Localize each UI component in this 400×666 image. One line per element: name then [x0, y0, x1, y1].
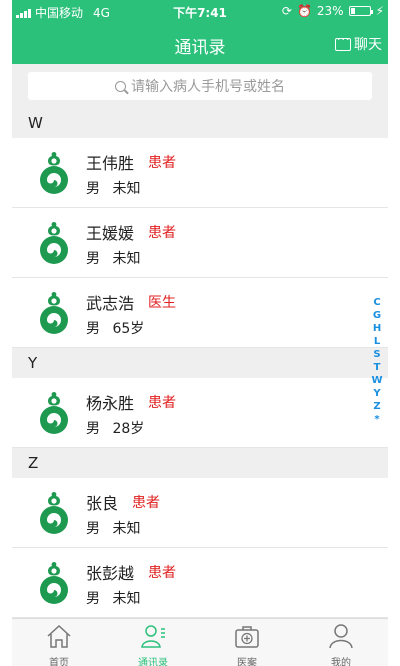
tab-medical-case[interactable]: 医案 — [200, 619, 294, 666]
section-header: Y — [12, 348, 388, 378]
tab-home[interactable]: 首页 — [12, 619, 106, 666]
tab-label: 医案 — [237, 658, 257, 666]
index-letter[interactable]: Z — [373, 400, 380, 413]
contact-role-badge: 患者 — [148, 565, 176, 581]
contact-row[interactable]: 王媛媛 患者男 未知 — [12, 208, 388, 278]
contact-gender: 男 — [86, 591, 100, 607]
contact-info: 男 28岁 — [86, 418, 144, 438]
contact-row[interactable]: 武志浩 医生男 65岁 — [12, 278, 388, 348]
contact-row[interactable]: 张彭越 患者男 未知 — [12, 548, 388, 618]
contact-name: 杨永胜 — [86, 394, 135, 413]
alarm-icon: ⏰ — [296, 4, 312, 18]
tab-profile[interactable]: 我的 — [294, 619, 388, 666]
home-icon — [45, 623, 73, 654]
contact-list[interactable]: W 王伟胜 患者男 未知 王媛媛 患者男 未知 武志浩 医生男 65岁 Y 杨永胜 患者男 28岁… — [12, 100, 388, 618]
index-letter[interactable]: * — [374, 413, 379, 426]
tab-label: 通讯录 — [138, 658, 168, 666]
search-placeholder: 请输入病人手机号或姓名 — [131, 79, 285, 95]
contact-info: 男 65岁 — [86, 318, 144, 338]
contacts-icon — [139, 623, 167, 654]
contact-role-badge: 患者 — [148, 395, 176, 411]
contact-row[interactable]: 王伟胜 患者男 未知 — [12, 138, 388, 208]
index-letter[interactable]: L — [374, 335, 380, 348]
page-title: 通讯录 — [174, 38, 226, 58]
index-letter[interactable]: C — [373, 296, 380, 309]
contact-age: 未知 — [112, 251, 141, 267]
contact-gender: 男 — [86, 421, 100, 437]
contact-info: 男 未知 — [86, 248, 140, 268]
avatar-logo-icon — [38, 390, 70, 436]
contact-info: 男 未知 — [86, 518, 140, 538]
contact-gender: 男 — [86, 321, 100, 337]
battery-fill — [350, 8, 355, 14]
contact-gender: 男 — [86, 521, 100, 537]
profile-icon — [327, 623, 355, 654]
avatar-logo-icon — [38, 290, 70, 336]
medical-case-icon — [233, 623, 261, 654]
alphabet-index[interactable]: C G H L S T W Y Z * — [370, 296, 384, 426]
contact-age: 未知 — [112, 591, 141, 607]
chat-button-label: 聊天 — [354, 37, 382, 53]
avatar-logo-icon — [38, 150, 70, 196]
tab-label: 首页 — [49, 658, 69, 666]
tab-contacts[interactable]: 通讯录 — [106, 619, 200, 666]
status-right: ⟳ ⏰ 23% ⚡ — [282, 4, 384, 18]
contact-gender: 男 — [86, 181, 100, 197]
contact-row[interactable]: 杨永胜 患者男 28岁 — [12, 378, 388, 448]
battery-percent: 23% — [316, 4, 344, 18]
section-header: Z — [12, 448, 388, 478]
tab-bar: 首页 通讯录 医案 我的 — [12, 618, 388, 666]
contact-row[interactable]: 张良 患者男 未知 — [12, 478, 388, 548]
index-letter[interactable]: Y — [373, 387, 380, 400]
contact-name: 武志浩 — [86, 294, 135, 313]
chat-button[interactable]: 聊天 — [335, 33, 382, 54]
contact-age: 未知 — [112, 181, 141, 197]
top-bar: 中国移动 4G 下午7:41 ⟳ ⏰ 23% ⚡ 通讯录 聊天 — [12, 0, 388, 64]
contact-gender: 男 — [86, 251, 100, 267]
index-letter[interactable]: W — [371, 374, 382, 387]
tab-label: 我的 — [331, 658, 351, 666]
index-letter[interactable]: S — [373, 348, 380, 361]
contact-role-badge: 患者 — [148, 225, 176, 241]
avatar-logo-icon — [38, 490, 70, 536]
avatar-logo-icon — [38, 220, 70, 266]
contact-name: 张良 — [86, 494, 119, 513]
contact-info: 男 未知 — [86, 588, 140, 608]
orientation-lock-icon: ⟳ — [281, 4, 292, 18]
contact-role-badge: 患者 — [132, 495, 160, 511]
contact-role-badge: 医生 — [148, 295, 176, 311]
app-screen: 中国移动 4G 下午7:41 ⟳ ⏰ 23% ⚡ 通讯录 聊天 请 — [12, 0, 388, 666]
search-icon — [115, 80, 126, 92]
avatar-logo-icon — [38, 560, 70, 606]
search-input[interactable]: 请输入病人手机号或姓名 — [28, 72, 372, 100]
status-bar: 中国移动 4G 下午7:41 ⟳ ⏰ 23% ⚡ — [12, 0, 388, 22]
index-letter[interactable]: T — [374, 361, 381, 374]
index-letter[interactable]: H — [373, 322, 381, 335]
index-letter[interactable]: G — [373, 309, 381, 322]
contact-name: 张彭越 — [86, 564, 135, 583]
charging-icon: ⚡ — [375, 4, 384, 18]
contact-name: 王媛媛 — [86, 224, 135, 243]
contact-age: 未知 — [112, 521, 141, 537]
contact-age: 65岁 — [112, 321, 145, 337]
section-header-partial — [12, 100, 388, 108]
chat-icon — [335, 33, 351, 51]
contact-age: 28岁 — [112, 421, 145, 437]
section-header: W — [12, 108, 388, 138]
battery-icon — [348, 6, 373, 16]
contact-role-badge: 患者 — [148, 155, 176, 171]
contact-name: 王伟胜 — [86, 154, 135, 173]
contact-info: 男 未知 — [86, 178, 140, 198]
